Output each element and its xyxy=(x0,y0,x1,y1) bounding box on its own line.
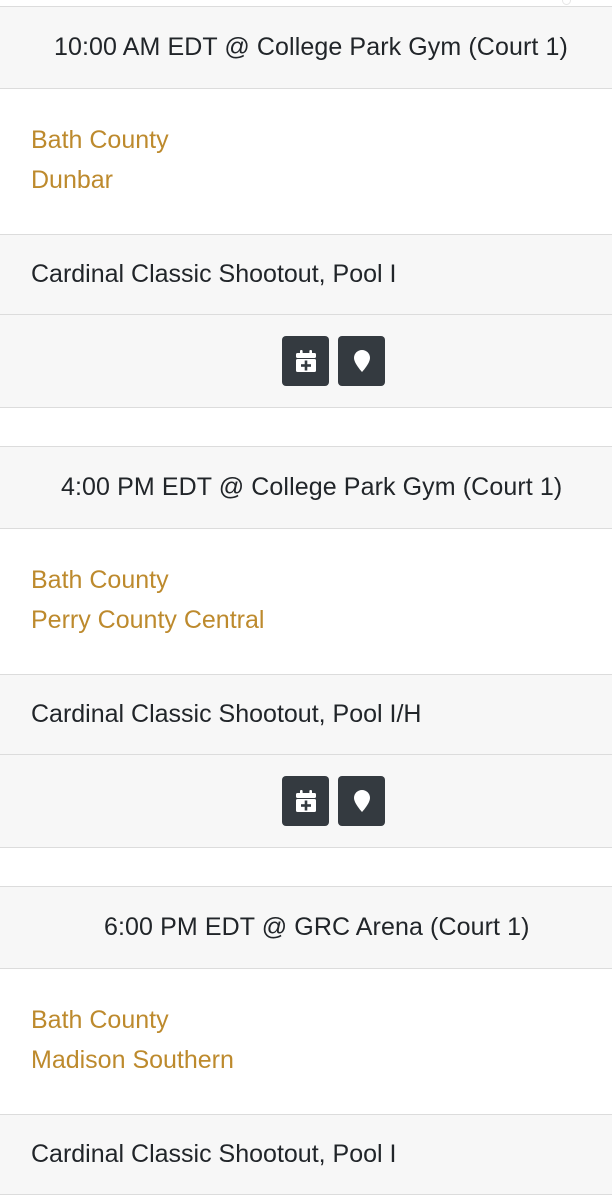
calendar-plus-icon xyxy=(295,350,316,372)
game-time-location: 10:00 AM EDT @ College Park Gym (Court 1… xyxy=(54,33,568,61)
team-link[interactable]: Dunbar xyxy=(31,166,113,195)
map-marker-icon xyxy=(353,350,370,372)
event-row: Cardinal Classic Shootout, Pool I xyxy=(0,1114,612,1195)
map-location-button[interactable] xyxy=(338,336,385,386)
team-link[interactable]: Bath County xyxy=(31,1006,169,1035)
teams-section: Bath County Perry County Central xyxy=(0,529,612,674)
game-header: 6:00 PM EDT @ GRC Arena (Court 1) xyxy=(0,886,612,969)
action-row xyxy=(0,755,612,848)
teams-section: Bath County Dunbar xyxy=(0,89,612,234)
event-name[interactable]: Cardinal Classic Shootout, Pool I xyxy=(31,1115,396,1194)
event-row: Cardinal Classic Shootout, Pool I xyxy=(0,234,612,315)
team-link[interactable]: Perry County Central xyxy=(31,606,264,635)
calendar-plus-icon xyxy=(295,790,316,812)
team-link[interactable]: Bath County xyxy=(31,126,169,155)
add-to-calendar-button[interactable] xyxy=(282,336,329,386)
action-row xyxy=(0,315,612,408)
event-row: Cardinal Classic Shootout, Pool I/H xyxy=(0,674,612,755)
add-to-calendar-button[interactable] xyxy=(282,776,329,826)
game-header: 10:00 AM EDT @ College Park Gym (Court 1… xyxy=(0,6,612,89)
game-header: 4:00 PM EDT @ College Park Gym (Court 1) xyxy=(0,446,612,529)
game-time-location: 4:00 PM EDT @ College Park Gym (Court 1) xyxy=(61,473,563,501)
game-time-location: 6:00 PM EDT @ GRC Arena (Court 1) xyxy=(104,913,530,941)
event-name[interactable]: Cardinal Classic Shootout, Pool I xyxy=(31,235,396,314)
map-location-button[interactable] xyxy=(338,776,385,826)
game-card-1: 10:00 AM EDT @ College Park Gym (Court 1… xyxy=(0,0,612,408)
event-name[interactable]: Cardinal Classic Shootout, Pool I/H xyxy=(31,675,421,754)
teams-section: Bath County Madison Southern xyxy=(0,969,612,1114)
game-card-3: 6:00 PM EDT @ GRC Arena (Court 1) Bath C… xyxy=(0,886,612,1200)
team-link[interactable]: Bath County xyxy=(31,566,169,595)
game-card-2: 4:00 PM EDT @ College Park Gym (Court 1)… xyxy=(0,446,612,848)
team-link[interactable]: Madison Southern xyxy=(31,1046,234,1075)
map-marker-icon xyxy=(353,790,370,812)
